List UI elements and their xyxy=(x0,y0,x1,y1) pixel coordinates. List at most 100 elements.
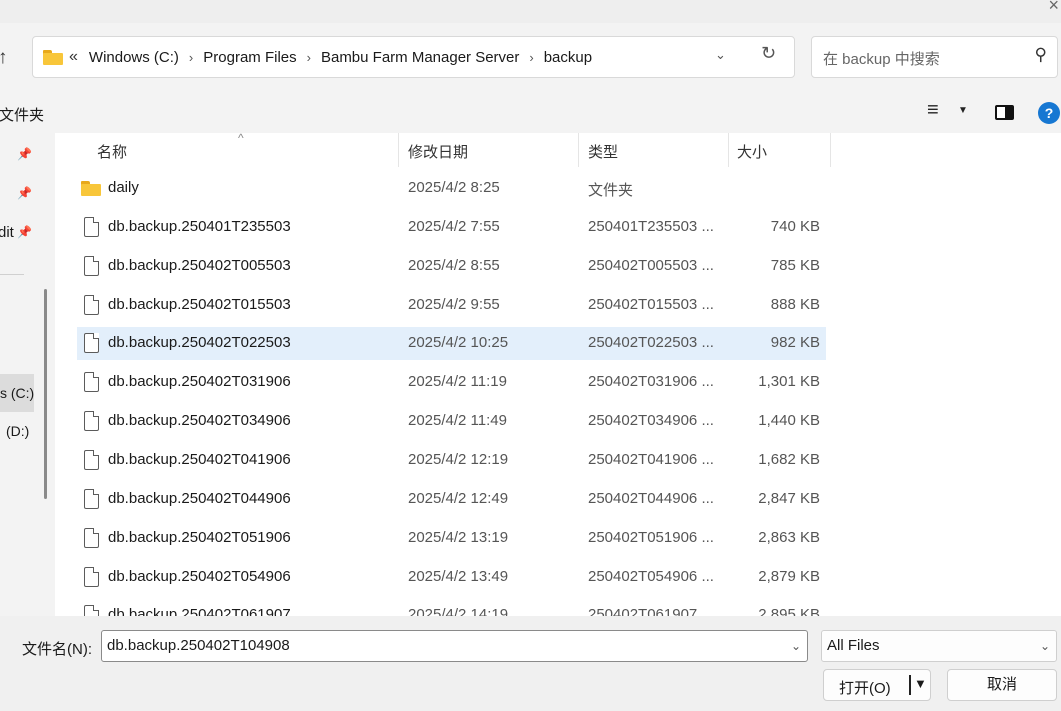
file-date: 2025/4/2 9:55 xyxy=(408,295,500,313)
column-divider[interactable] xyxy=(830,133,831,167)
file-date: 2025/4/2 8:55 xyxy=(408,256,500,274)
open-button[interactable]: 打开(O) ▼ xyxy=(823,669,931,701)
column-divider[interactable] xyxy=(398,133,399,167)
file-name: db.backup.250402T041906 xyxy=(108,450,291,468)
file-size: 785 KB xyxy=(770,256,820,274)
column-header-date[interactable]: 修改日期 xyxy=(408,141,468,162)
breadcrumb-separator-icon: › xyxy=(188,49,194,65)
folder-icon xyxy=(81,181,101,196)
filetype-value: All Files xyxy=(827,637,880,654)
file-date: 2025/4/2 12:49 xyxy=(408,489,509,507)
new-folder-button[interactable]: 文件夹 xyxy=(0,104,44,125)
file-row[interactable]: db.backup.250402T054906 2025/4/2 13:49 250… xyxy=(77,561,826,594)
breadcrumb-windows-c[interactable]: Windows (C:) xyxy=(89,49,179,66)
file-date: 2025/4/2 14:19 xyxy=(408,606,509,616)
nav-divider xyxy=(0,274,24,275)
file-type: 250402T041906 ... xyxy=(588,450,714,468)
file-size: 982 KB xyxy=(770,334,820,352)
file-size: 1,440 KB xyxy=(758,412,820,430)
address-bar[interactable]: « Windows (C:) › Program Files › Bambu F… xyxy=(32,36,795,78)
file-date: 2025/4/2 7:55 xyxy=(408,217,500,235)
search-icon[interactable]: ⚲ xyxy=(1035,45,1047,65)
navigation-pane: 📌 📌 dit 📌 s (C:) (D:) xyxy=(0,133,55,616)
file-name: db.backup.250402T034906 xyxy=(108,412,291,430)
column-header-type[interactable]: 类型 xyxy=(588,141,618,162)
column-divider[interactable] xyxy=(728,133,729,167)
folder-row[interactable]: daily 2025/4/2 8:25 文件夹 xyxy=(77,172,826,205)
up-arrow-icon[interactable]: ↑ xyxy=(0,47,8,69)
nav-scrollbar[interactable] xyxy=(44,289,47,499)
chevron-down-icon[interactable]: ▼ xyxy=(958,105,968,116)
file-type: 250402T061907 ... xyxy=(588,606,714,616)
file-size: 2,895 KB xyxy=(758,606,820,616)
file-name: daily xyxy=(108,179,139,196)
file-name: db.backup.250402T044906 xyxy=(108,489,291,507)
close-icon[interactable]: × xyxy=(1048,0,1059,14)
file-icon xyxy=(84,333,99,354)
file-row[interactable]: db.backup.250402T051906 2025/4/2 13:19 250… xyxy=(77,522,826,555)
file-name: db.backup.250402T022503 xyxy=(108,334,291,352)
column-header-name[interactable]: 名称 xyxy=(97,141,127,162)
filename-input[interactable]: db.backup.250402T104908 ⌄ xyxy=(101,630,808,662)
filetype-select[interactable]: All Files ⌄ xyxy=(821,630,1057,662)
sort-ascending-icon: ^ xyxy=(238,133,244,145)
file-row[interactable]: db.backup.250402T015503 2025/4/2 9:55 2504… xyxy=(77,289,826,322)
cancel-button[interactable]: 取消 xyxy=(947,669,1057,701)
open-options-dropdown-icon[interactable]: ▼ xyxy=(914,676,927,691)
filename-value: db.backup.250402T104908 xyxy=(107,637,290,654)
address-history-dropdown-icon[interactable]: ⌄ xyxy=(715,47,726,63)
file-type: 250402T054906 ... xyxy=(588,567,714,585)
file-row[interactable]: db.backup.250402T034906 2025/4/2 11:49 250… xyxy=(77,405,826,438)
nav-item-drive-d[interactable]: (D:) xyxy=(6,423,29,439)
breadcrumb-overflow-icon[interactable]: « xyxy=(69,48,78,66)
view-options-icon[interactable]: ≡ xyxy=(927,99,939,122)
file-row[interactable]: db.backup.250402T041906 2025/4/2 12:19 250… xyxy=(77,444,826,477)
nav-item-pinned[interactable]: dit xyxy=(0,224,14,241)
file-icon xyxy=(84,527,99,548)
file-row[interactable]: db.backup.250402T031906 2025/4/2 11:19 250… xyxy=(77,366,826,399)
file-type: 文件夹 xyxy=(588,182,634,199)
column-header-size[interactable]: 大小 xyxy=(737,141,767,162)
file-row[interactable]: db.backup.250402T044906 2025/4/2 12:49 250… xyxy=(77,483,826,516)
file-name: db.backup.250402T054906 xyxy=(108,567,291,585)
breadcrumb-separator-icon: › xyxy=(306,49,311,65)
chevron-down-icon[interactable]: ⌄ xyxy=(1040,639,1050,653)
file-name: db.backup.250402T015503 xyxy=(108,295,291,313)
file-size: 740 KB xyxy=(770,217,820,235)
file-row[interactable]: db.backup.250402T061907 2025/4/2 14:19 250… xyxy=(77,599,826,616)
pin-icon: 📌 xyxy=(17,225,32,239)
column-divider[interactable] xyxy=(578,133,579,167)
file-icon xyxy=(84,605,99,616)
file-row[interactable]: db.backup.250402T005503 2025/4/2 8:55 2504… xyxy=(77,250,826,283)
breadcrumb-bambu-farm-manager-server[interactable]: Bambu Farm Manager Server xyxy=(321,49,519,66)
file-type: 250402T005503 ... xyxy=(588,256,714,274)
chevron-down-icon[interactable]: ⌄ xyxy=(791,639,801,653)
file-icon xyxy=(84,372,99,393)
file-date: 2025/4/2 11:49 xyxy=(408,412,507,430)
breadcrumb-program-files[interactable]: Program Files xyxy=(203,49,296,66)
file-size: 2,863 KB xyxy=(758,528,820,546)
nav-item-drive-c[interactable]: s (C:) xyxy=(0,374,34,412)
breadcrumb-backup[interactable]: backup xyxy=(544,49,592,66)
file-size: 2,879 KB xyxy=(758,567,820,585)
file-type: 250402T015503 ... xyxy=(588,295,714,313)
filename-label: 文件名(N): xyxy=(22,641,92,658)
help-icon[interactable]: ? xyxy=(1038,102,1060,124)
file-size: 1,682 KB xyxy=(758,450,820,468)
search-placeholder: 在 backup 中搜索 xyxy=(823,51,940,68)
pin-icon: 📌 xyxy=(17,147,32,161)
folder-icon xyxy=(43,49,63,65)
list-header: ^ 名称 修改日期 类型 大小 xyxy=(55,133,1061,167)
file-row[interactable]: db.backup.250401T235503 2025/4/2 7:55 2504… xyxy=(77,211,826,244)
file-type: 250402T044906 ... xyxy=(588,489,714,507)
search-input[interactable]: 在 backup 中搜索 ⚲ xyxy=(811,36,1058,78)
file-date: 2025/4/2 13:19 xyxy=(408,528,509,546)
file-icon xyxy=(84,255,99,276)
file-name: db.backup.250402T031906 xyxy=(108,373,291,391)
title-bar: × xyxy=(0,0,1061,23)
file-row[interactable]: db.backup.250402T022503 2025/4/2 10:25 250… xyxy=(77,327,826,361)
preview-pane-icon[interactable] xyxy=(995,105,1014,120)
pin-icon: 📌 xyxy=(17,186,32,200)
refresh-icon[interactable]: ↻ xyxy=(761,43,776,64)
file-icon xyxy=(84,488,99,509)
